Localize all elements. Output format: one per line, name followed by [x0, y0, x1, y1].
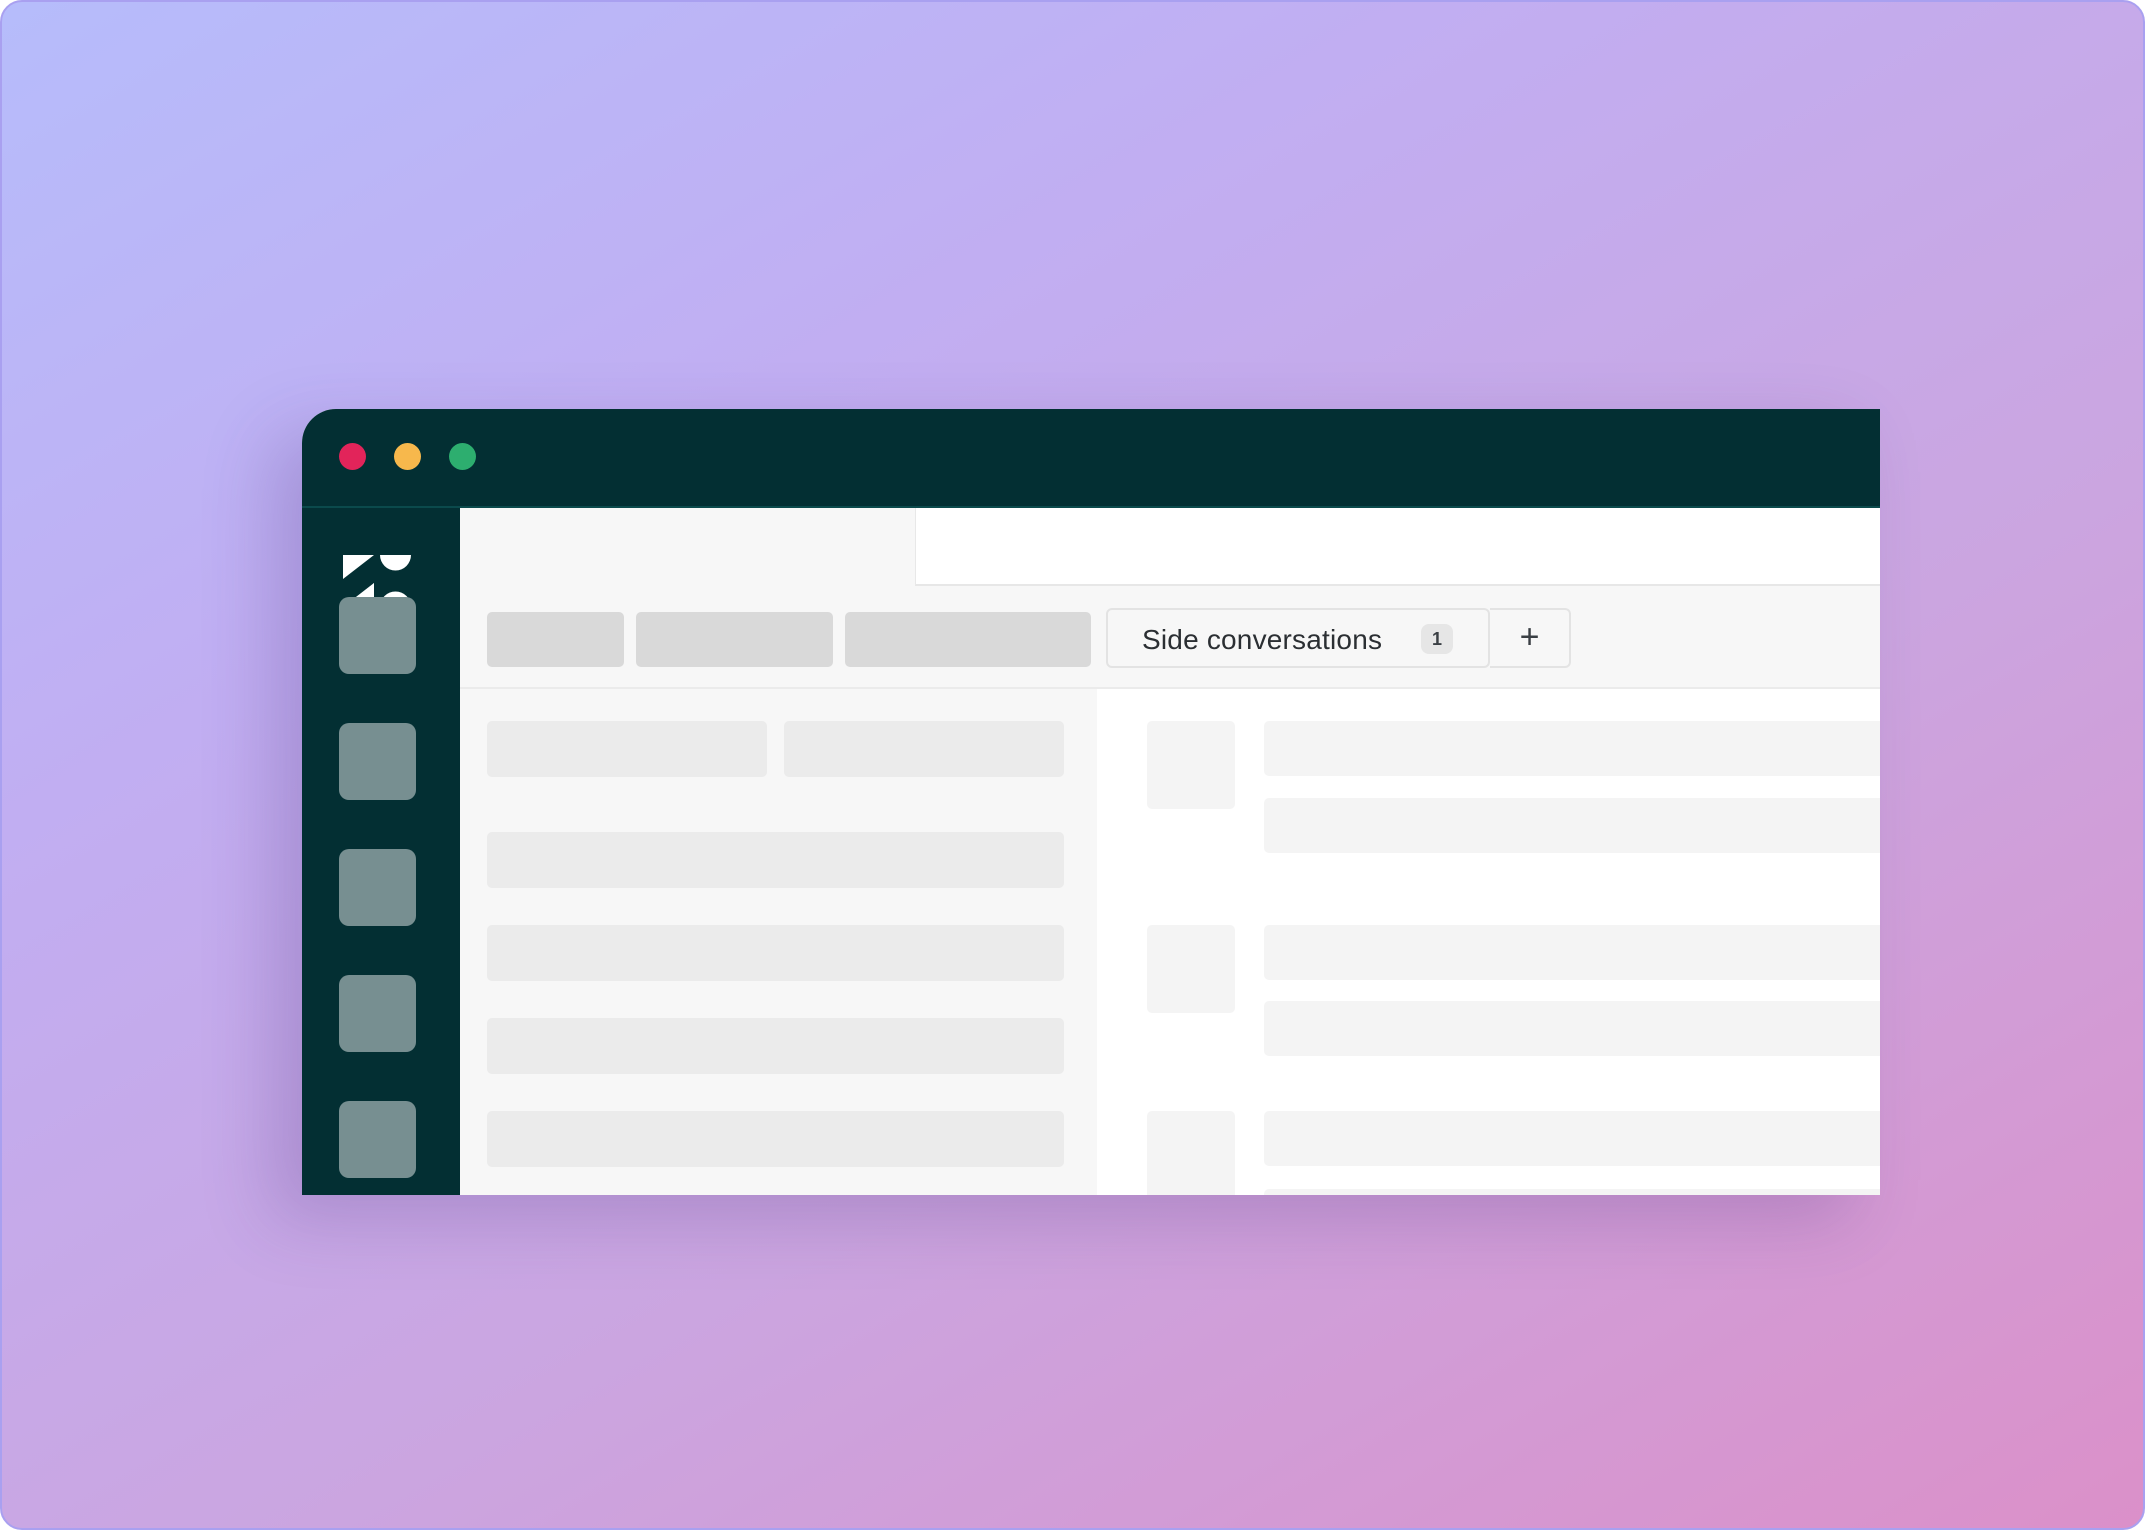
field-placeholder[interactable]	[487, 1018, 1064, 1074]
nav-item-5[interactable]	[339, 1101, 416, 1178]
add-side-conversation-button[interactable]: +	[1490, 608, 1571, 668]
close-window-button[interactable]	[339, 443, 366, 470]
message-line-placeholder	[1264, 1189, 1880, 1195]
maximize-window-button[interactable]	[449, 443, 476, 470]
background-canvas: Side conversations 1 +	[0, 0, 2145, 1530]
message-line-placeholder	[1264, 1001, 1880, 1056]
tab-placeholder-2[interactable]	[636, 612, 833, 667]
tab-placeholder-1[interactable]	[487, 612, 624, 667]
field-placeholder[interactable]	[784, 721, 1064, 777]
ticket-properties-pane	[460, 689, 1097, 1195]
message-line-placeholder	[1264, 798, 1880, 853]
message-line-placeholder	[1264, 925, 1880, 980]
side-conversations-count-badge: 1	[1421, 624, 1453, 654]
app-window: Side conversations 1 +	[302, 409, 1880, 1195]
minimize-window-button[interactable]	[394, 443, 421, 470]
tab-placeholder-3[interactable]	[845, 612, 1091, 667]
nav-item-3[interactable]	[339, 849, 416, 926]
message-line-placeholder	[1264, 721, 1880, 776]
field-placeholder[interactable]	[487, 925, 1064, 981]
field-placeholder[interactable]	[487, 832, 1064, 888]
conversation-pane	[1097, 689, 1880, 1195]
field-placeholder[interactable]	[487, 721, 767, 777]
nav-item-2[interactable]	[339, 723, 416, 800]
sidebar	[302, 508, 460, 1195]
top-bar	[915, 508, 1880, 586]
nav-item-4[interactable]	[339, 975, 416, 1052]
avatar	[1147, 1111, 1235, 1195]
window-titlebar	[302, 409, 1880, 508]
nav-item-1[interactable]	[339, 597, 416, 674]
ticket-tabbar: Side conversations 1 +	[460, 584, 1880, 689]
message-line-placeholder	[1264, 1111, 1880, 1166]
avatar	[1147, 925, 1235, 1013]
field-placeholder[interactable]	[487, 1111, 1064, 1167]
tab-side-conversations[interactable]: Side conversations 1	[1106, 608, 1490, 668]
main-area: Side conversations 1 +	[460, 508, 1880, 1195]
avatar	[1147, 721, 1235, 809]
tab-side-conversations-label: Side conversations	[1142, 624, 1383, 655]
